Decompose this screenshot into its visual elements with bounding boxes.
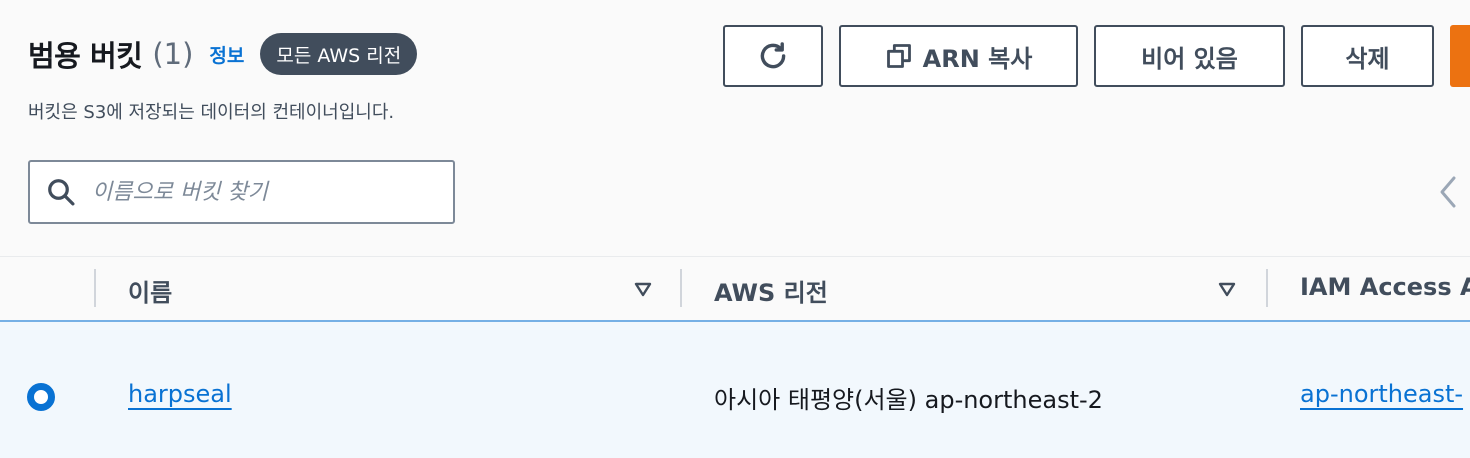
info-link[interactable]: 정보 — [209, 41, 244, 68]
copy-icon — [886, 44, 911, 68]
sort-triangle-icon[interactable] — [633, 279, 653, 299]
table-header: 이름 AWS 리전 IAM Access A — [0, 257, 1470, 320]
header-title-group: 범용 버킷 (1) 정보 모든 AWS 리전 — [28, 32, 418, 76]
page-header: 범용 버킷 (1) 정보 모든 AWS 리전 버킷은 S3에 저장되는 데이터의… — [0, 0, 1470, 255]
empty-bucket-label: 비어 있음 — [1141, 44, 1238, 73]
bucket-name-link[interactable]: harpseal — [128, 380, 232, 408]
sort-triangle-icon[interactable] — [1217, 279, 1237, 299]
pagination-previous-button[interactable] — [1432, 172, 1466, 212]
refresh-icon — [760, 42, 786, 69]
page-title: 범용 버킷 — [28, 39, 143, 73]
table-row[interactable]: harpseal 아시아 태평양(서울) ap-northeast-2 ap-n… — [0, 322, 1470, 458]
chevron-left-icon — [1440, 176, 1456, 208]
column-separator — [1266, 269, 1268, 307]
empty-bucket-button[interactable]: 비어 있음 — [1094, 25, 1285, 87]
page-description: 버킷은 S3에 저장되는 데이터의 컨테이너입니다. — [28, 102, 395, 123]
bucket-region: 아시아 태평양(서울) ap-northeast-2 — [714, 386, 1103, 414]
column-separator — [680, 269, 682, 307]
column-separator — [94, 269, 96, 307]
iam-access-analyzer-link[interactable]: ap-northeast- — [1300, 380, 1463, 408]
search-icon — [48, 179, 75, 206]
copy-arn-button[interactable]: ARN 복사 — [839, 25, 1078, 87]
refresh-button[interactable] — [723, 25, 823, 87]
column-header-iam-access-analyzer[interactable]: IAM Access A — [1300, 273, 1470, 301]
all-regions-badge: 모든 AWS 리전 — [260, 33, 418, 75]
bucket-count: (1) — [152, 37, 194, 71]
search-input[interactable] — [90, 178, 434, 206]
column-header-region[interactable]: AWS 리전 — [714, 273, 828, 308]
delete-bucket-button[interactable]: 삭제 — [1301, 25, 1434, 87]
delete-bucket-label: 삭제 — [1345, 44, 1390, 73]
bucket-search-field[interactable] — [28, 160, 455, 224]
create-bucket-button[interactable] — [1450, 25, 1470, 87]
row-select-radio[interactable] — [27, 383, 55, 411]
copy-arn-label: ARN 복사 — [922, 44, 1033, 73]
column-header-name[interactable]: 이름 — [128, 273, 172, 308]
